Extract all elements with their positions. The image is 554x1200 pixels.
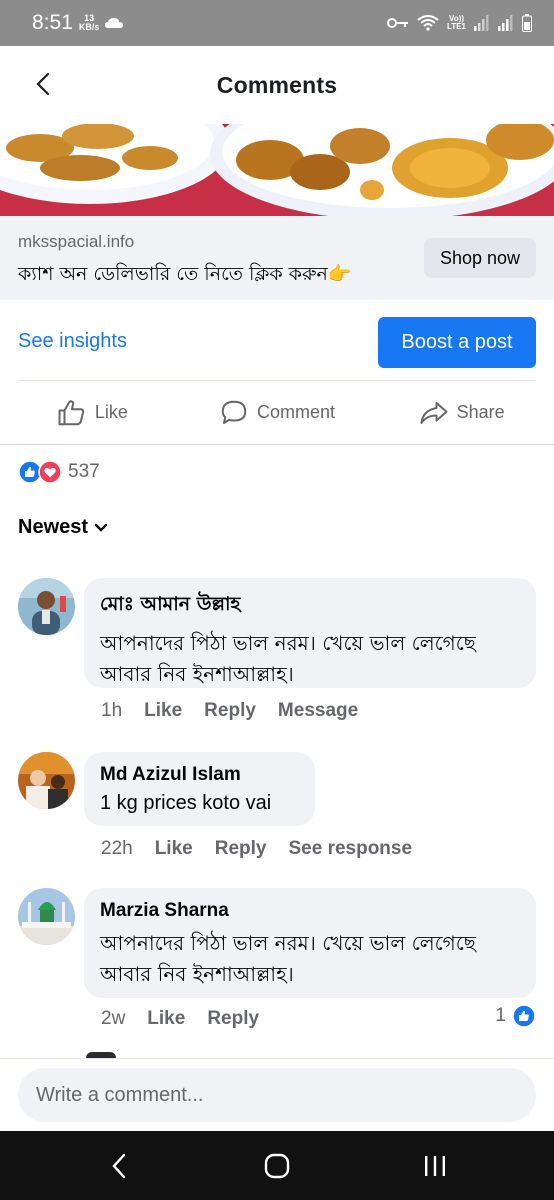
comment-label: Comment (256, 402, 336, 422)
comment-time: 1h (101, 700, 123, 721)
status-bar: 8:51 13 KB/s Vo)) LTE1 (0, 0, 554, 46)
post-actions: Like Comment Share (0, 381, 554, 444)
comment-like-count-value: 1 (495, 1005, 506, 1026)
boost-post-button[interactable]: Boost a post (378, 317, 536, 368)
chevron-down-icon (94, 523, 108, 532)
ad-food-photo (0, 124, 554, 216)
system-nav-bar (0, 1131, 554, 1200)
status-time: 8:51 (32, 11, 73, 34)
comment-like-link[interactable]: Like (155, 838, 193, 860)
comment-bubble[interactable]: Md Azizul Islam 1 kg prices koto vai (84, 752, 315, 826)
comment-author[interactable]: Marzia Sharna (100, 900, 520, 922)
comment-composer-bar (0, 1058, 554, 1131)
network-speed: 13 KB/s (79, 14, 100, 32)
nav-back-icon (112, 1153, 126, 1178)
comment-bubble[interactable]: মোঃ আমান উল্লাহ আপনাদের পিঠা ভাল নরম। খে… (84, 578, 536, 688)
comment-composer[interactable] (18, 1068, 536, 1122)
sort-label: Newest (18, 516, 89, 538)
avatar[interactable] (18, 752, 75, 809)
comment-icon (221, 400, 247, 424)
reactions-summary[interactable]: 537 (18, 460, 100, 484)
nav-recents-button[interactable] (405, 1154, 465, 1178)
share-action[interactable]: Share (369, 398, 554, 428)
comment-text: 1 kg prices koto vai (100, 792, 272, 814)
network-speed-unit: KB/s (78, 22, 100, 32)
ad-image[interactable] (0, 124, 554, 216)
sort-dropdown[interactable]: Newest (18, 516, 108, 539)
reaction-count: 537 (68, 461, 100, 482)
cloud-icon (105, 18, 124, 28)
insights-row: See insights Boost a post (0, 300, 554, 380)
comment-like-link[interactable]: Like (147, 1008, 185, 1030)
nav-recents-icon (425, 1155, 445, 1176)
nav-home-icon (264, 1153, 290, 1178)
volte-bottom: LTE1 (447, 22, 466, 31)
nav-back-button[interactable] (89, 1153, 149, 1179)
comment-author[interactable]: Md Azizul Islam (100, 764, 299, 786)
comment-text: আপনাদের পিঠা ভাল নরম। খেয়ে ভাল লেগেছে আ… (100, 931, 476, 986)
like-label: Like (94, 402, 128, 422)
comment-message-link[interactable]: Message (278, 700, 358, 722)
comment-meta: 1h Like Reply Message (101, 700, 358, 722)
comment-action[interactable]: Comment (185, 398, 370, 428)
comment-input[interactable] (36, 1083, 518, 1107)
signal-icon (474, 15, 489, 31)
like-reaction-icon (512, 1004, 536, 1028)
comment-time: 2w (101, 1008, 126, 1029)
like-icon (58, 399, 85, 425)
comment-reply-link[interactable]: Reply (215, 838, 267, 860)
comment-like-count[interactable]: 1 (495, 1004, 536, 1028)
page-title: Comments (216, 71, 338, 98)
comment-author[interactable]: মোঃ আমান উল্লাহ (100, 590, 520, 622)
avatar[interactable] (18, 578, 75, 635)
wifi-icon (417, 15, 439, 31)
comment-time: 22h (101, 838, 133, 859)
see-response-link[interactable]: See response (288, 838, 412, 860)
see-insights-link[interactable]: See insights (18, 330, 127, 353)
header: Comments (0, 46, 554, 124)
like-action[interactable]: Like (0, 398, 185, 428)
comment-meta: 2w Like Reply (101, 1008, 259, 1030)
divider (0, 444, 554, 445)
comment-reply-link[interactable]: Reply (204, 700, 256, 722)
comment-bubble[interactable]: Marzia Sharna আপনাদের পিঠা ভাল নরম। খেয়… (84, 888, 536, 998)
signal-icon-2 (498, 15, 513, 31)
comment-meta: 22h Like Reply See response (101, 838, 412, 860)
back-arrow-icon (36, 72, 50, 96)
love-reaction-icon (38, 460, 62, 484)
comment-like-link[interactable]: Like (144, 700, 182, 722)
comment-reply-link[interactable]: Reply (207, 1008, 259, 1030)
battery-icon (522, 14, 532, 32)
shop-now-button[interactable]: Shop now (424, 238, 536, 278)
volte-indicator: Vo)) LTE1 (447, 15, 466, 31)
comment-text: আপনাদের পিঠা ভাল নরম। খেয়ে ভাল লেগেছে আ… (100, 631, 476, 686)
nav-home-button[interactable] (247, 1153, 307, 1179)
share-icon (420, 401, 448, 424)
avatar[interactable] (18, 888, 75, 945)
share-label: Share (456, 402, 505, 422)
ad-info[interactable]: mksspacial.info ক্যাশ অন ডেলিভারি তে নিত… (0, 216, 554, 300)
key-icon (387, 18, 409, 28)
back-button[interactable] (28, 66, 58, 102)
